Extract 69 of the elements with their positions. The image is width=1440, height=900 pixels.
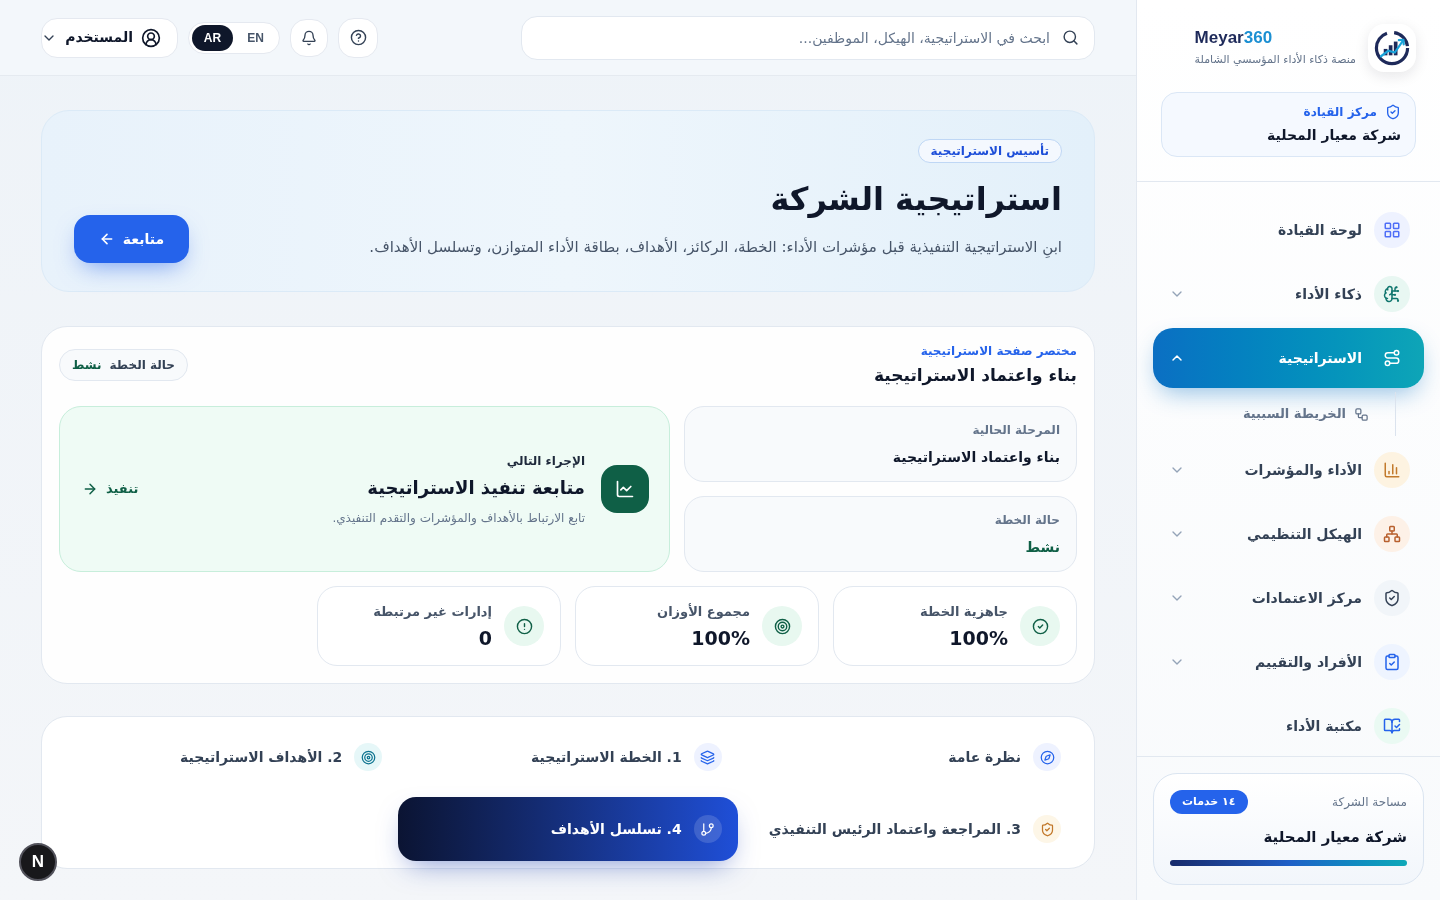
step-tab[interactable]: 1. الخطة الاستراتيجية [531,739,722,775]
nav-item[interactable]: الهيكل التنظيمي [1153,504,1424,564]
grid-icon [1374,212,1410,248]
stat-value: 100% [690,625,750,650]
summary-eyebrow: مختصر صفحة الاستراتيجية [919,343,1077,360]
continue-button[interactable]: متابعة [74,215,189,263]
brand-tagline: منصة ذكاء الأداء المؤسسي الشاملة [1194,51,1356,68]
search-icon [1062,28,1079,46]
execute-link[interactable]: تنفيذ [82,479,139,499]
logo-icon [1368,24,1416,72]
page-title: استراتيجية الشركة [770,179,1062,220]
stat-label: مجموع الأوزان [657,602,750,622]
stat-value: 0 [477,625,492,650]
clipboard-check-icon [1374,644,1410,680]
nav-item[interactable]: ذكاء الأداء [1153,264,1424,324]
stat-value: 100% [948,625,1008,650]
nav-subitem[interactable]: الخريطة السببية [1238,392,1373,436]
layers-icon [693,743,722,771]
workspace-name: شركة معيار المحلية [1262,827,1407,848]
section-badge: تأسيس الاستراتيجية [917,139,1062,163]
nav-item[interactable]: الأداء والمؤشرات [1153,440,1424,500]
search-field[interactable]: ابحث في الاستراتيجية، الهيكل، الموظفين... [521,15,1095,60]
services-badge: ١٤ خدمات [1170,790,1248,814]
brain-circuit-icon [1374,276,1410,312]
context-label: مركز القيادة [1303,104,1377,121]
stat-label: إدارات غير مرتبطة [373,603,492,622]
nav-item[interactable]: الأفراد والتقييم [1153,632,1424,692]
nav-item[interactable]: الاستراتيجية [1153,328,1424,388]
org-chart-icon [1374,516,1410,552]
step-tab[interactable]: 2. الأهداف الاستراتيجية [179,739,383,775]
next-action-description: تابع الارتباط بالأهداف والمؤشرات والتقدم التنفيذي. [332,509,585,527]
shield-check-icon [1374,580,1410,616]
bell-icon [301,29,317,46]
brand-name: Meyar360 [1194,27,1273,49]
context-value: شركة معيار المحلية [1266,126,1401,146]
summary-title: بناء واعتماد الاستراتيجية [873,364,1077,388]
next-action-title: متابعة تنفيذ الاستراتيجية [366,475,585,501]
book-check-icon [1374,708,1410,744]
language-option[interactable]: AR [192,24,233,51]
step-tab[interactable]: 3. المراجعة واعتماد الرئيس التنفيذي [768,811,1061,847]
language-option[interactable]: EN [235,24,276,51]
step-tab[interactable]: نظرة عامة [948,739,1061,775]
line-chart-icon [601,465,649,513]
help-icon [349,29,367,46]
target-icon [354,743,383,771]
next-action-eyebrow: الإجراء التالي [505,452,585,470]
plan-status-pill: حالة الخطة نشط [59,349,188,381]
info-label: حالة الخطة [993,511,1060,529]
page-description: ابنِ الاستراتيجية التنفيذية قبل مؤشرات الأداء: الخطة، الركائز، الأهداف، بطاقة الأداء المتوازن، وتسلسل الأهداف. [369,236,1062,259]
branch-icon [693,815,722,843]
bar-chart-icon [1374,452,1410,488]
info-label: المرحلة الحالية [971,421,1060,439]
workspace-label: مساحة الشركة [1332,794,1407,811]
nav-item[interactable]: مركز الاعتمادات [1153,568,1424,628]
shield-check-icon [1033,815,1061,843]
nav-item[interactable]: مكتبة الأداء [1153,696,1424,756]
info-value: بناء واعتماد الاستراتيجية [891,447,1060,468]
shield-check-icon [1385,104,1401,120]
nav-item[interactable]: لوحة القيادة [1153,200,1424,260]
step-tab[interactable]: 4. تسلسل الأهداف [398,797,738,861]
user-icon [141,27,161,48]
compass-icon [1033,743,1061,771]
user-menu-button[interactable]: المستخدم [41,17,178,58]
nodes-icon [1354,406,1369,422]
stat-label: جاهزية الخطة [920,603,1008,622]
notifications-button[interactable] [290,18,328,57]
target-icon [762,606,802,646]
help-button[interactable] [338,17,378,58]
info-value: نشط [1024,537,1060,557]
